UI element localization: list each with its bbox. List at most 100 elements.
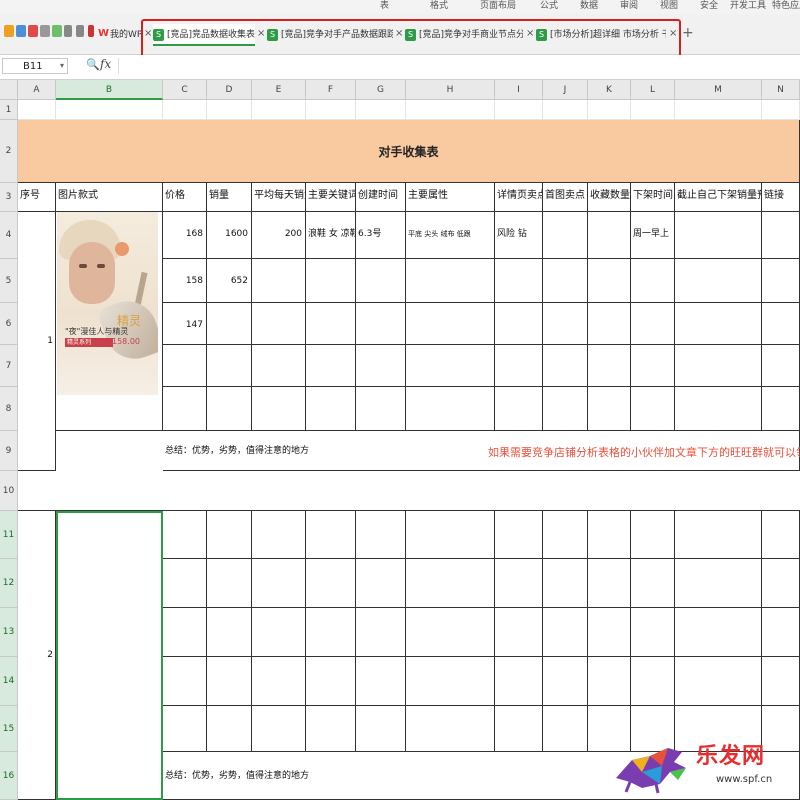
column-title[interactable]: 创建时间 <box>356 183 406 212</box>
data-cell[interactable] <box>495 345 543 387</box>
data-cell[interactable]: 652 <box>207 259 252 303</box>
data-cell[interactable]: 168 <box>163 212 207 259</box>
data-cell[interactable] <box>207 387 252 431</box>
grid-cell[interactable] <box>762 100 800 120</box>
data-cell[interactable] <box>356 608 406 657</box>
data-cell[interactable] <box>306 706 356 752</box>
ribbon-label[interactable]: 数据 <box>580 0 598 12</box>
data-cell[interactable]: 158 <box>163 259 207 303</box>
data-cell[interactable] <box>207 657 252 706</box>
product-image-cell[interactable] <box>56 511 163 800</box>
ribbon-label[interactable]: 审阅 <box>620 0 638 12</box>
column-title[interactable]: 价格 <box>163 183 207 212</box>
tab-market-analysis[interactable]: S[市场分析]超详细 市场分析 干货.xlsm <box>536 24 666 46</box>
empty-row[interactable] <box>18 471 800 511</box>
tab-business-nodes[interactable]: S[竞品]竞争对手商业节点分析.xlsx <box>405 24 523 46</box>
data-cell[interactable] <box>543 303 588 345</box>
grid-cell[interactable] <box>252 100 306 120</box>
data-cell[interactable] <box>406 706 495 752</box>
data-cell[interactable] <box>543 657 588 706</box>
data-cell[interactable]: 周一早上 <box>631 212 675 259</box>
row-header-2[interactable]: 2 <box>0 120 18 183</box>
data-cell[interactable]: 6.3号 <box>356 212 406 259</box>
ribbon-label[interactable]: 公式 <box>540 0 558 12</box>
data-cell[interactable] <box>356 657 406 706</box>
data-cell[interactable] <box>631 345 675 387</box>
sheet-title[interactable]: 对手收集表 <box>18 120 800 183</box>
data-cell[interactable]: 200 <box>252 212 306 259</box>
tab-competitor-data[interactable]: S[竞品]竞品数据收集表.xlsx <box>153 24 255 46</box>
data-cell[interactable] <box>762 303 800 345</box>
data-cell[interactable]: 平底 尖头 绒布 低跟 <box>406 212 495 259</box>
grid-cell[interactable] <box>56 100 163 120</box>
column-title[interactable]: 收藏数量 <box>588 183 631 212</box>
row-header-10[interactable]: 10 <box>0 471 18 511</box>
data-cell[interactable] <box>543 706 588 752</box>
ribbon-label[interactable]: 视图 <box>660 0 678 12</box>
tab-close-icon[interactable]: × <box>144 28 152 40</box>
data-cell[interactable] <box>631 303 675 345</box>
column-header-g[interactable]: G <box>356 80 406 100</box>
column-title[interactable]: 首图卖点 <box>543 183 588 212</box>
ribbon-label[interactable]: 格式 <box>430 0 448 12</box>
data-cell[interactable] <box>356 706 406 752</box>
save-icon[interactable] <box>16 25 26 37</box>
fx-icon[interactable]: fx <box>100 57 111 71</box>
data-cell[interactable] <box>588 345 631 387</box>
tab-close-icon[interactable]: × <box>395 28 403 40</box>
data-cell[interactable] <box>163 706 207 752</box>
row-header-5[interactable]: 5 <box>0 259 18 303</box>
data-cell[interactable] <box>252 608 306 657</box>
grid-cell[interactable] <box>207 100 252 120</box>
column-title[interactable]: 截止自己下架销量预计 <box>675 183 762 212</box>
data-cell[interactable] <box>631 387 675 431</box>
column-title[interactable]: 图片款式 <box>56 183 163 212</box>
row-header-11[interactable]: 11 <box>0 511 18 559</box>
preview-icon[interactable] <box>52 25 62 37</box>
data-cell[interactable] <box>252 559 306 608</box>
grid-cell[interactable] <box>588 100 631 120</box>
data-cell[interactable] <box>543 259 588 303</box>
data-cell[interactable]: 1600 <box>207 212 252 259</box>
data-cell[interactable] <box>543 387 588 431</box>
data-cell[interactable] <box>306 559 356 608</box>
row-header-4[interactable]: 4 <box>0 212 18 259</box>
column-header-a[interactable]: A <box>18 80 56 100</box>
select-all-corner[interactable] <box>0 80 18 100</box>
data-cell[interactable] <box>675 511 762 559</box>
data-cell[interactable] <box>252 706 306 752</box>
format-painter-icon[interactable] <box>88 25 94 37</box>
data-cell[interactable] <box>762 657 800 706</box>
data-cell[interactable] <box>495 559 543 608</box>
ribbon-label[interactable]: 开发工具 <box>730 0 766 12</box>
column-title[interactable]: 序号 <box>18 183 56 212</box>
data-cell[interactable] <box>631 657 675 706</box>
column-header-c[interactable]: C <box>163 80 207 100</box>
data-cell[interactable] <box>631 259 675 303</box>
data-cell[interactable] <box>675 212 762 259</box>
ribbon-label[interactable]: 表 <box>380 0 389 12</box>
column-title[interactable]: 链接 <box>762 183 800 212</box>
grid-cell[interactable] <box>163 100 207 120</box>
column-header-f[interactable]: F <box>306 80 356 100</box>
tab-close-icon[interactable]: × <box>669 28 677 40</box>
grid-cell[interactable] <box>495 100 543 120</box>
data-cell[interactable] <box>356 303 406 345</box>
data-cell[interactable] <box>163 608 207 657</box>
data-cell[interactable] <box>543 345 588 387</box>
column-header-n[interactable]: N <box>762 80 800 100</box>
data-cell[interactable] <box>306 259 356 303</box>
data-cell[interactable] <box>406 259 495 303</box>
data-cell[interactable] <box>588 511 631 559</box>
column-header-j[interactable]: J <box>543 80 588 100</box>
data-cell[interactable] <box>252 657 306 706</box>
column-title[interactable]: 平均每天销量 <box>252 183 306 212</box>
data-cell[interactable] <box>588 657 631 706</box>
row-header-15[interactable]: 15 <box>0 706 18 752</box>
column-title[interactable]: 下架时间 <box>631 183 675 212</box>
data-cell[interactable] <box>762 387 800 431</box>
data-cell[interactable] <box>306 303 356 345</box>
data-cell[interactable] <box>356 511 406 559</box>
data-cell[interactable] <box>543 212 588 259</box>
data-cell[interactable] <box>406 511 495 559</box>
